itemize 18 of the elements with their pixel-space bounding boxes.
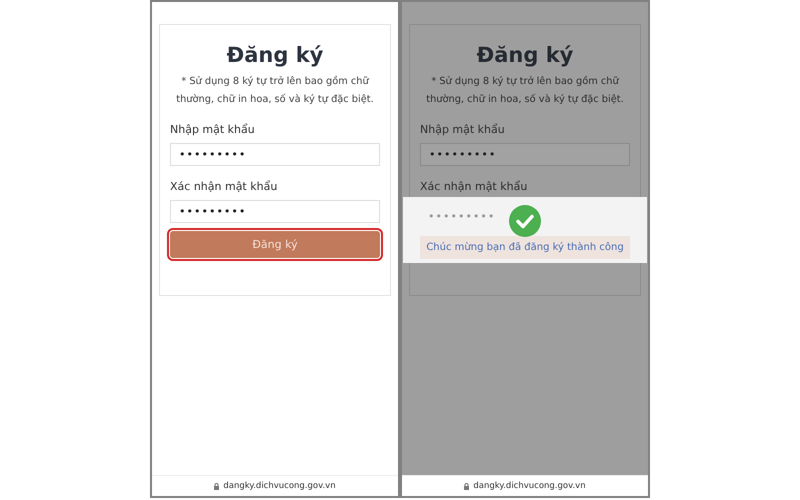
password-field[interactable]: ••••••••• — [170, 200, 380, 223]
password-hint: * Sử dụng 8 ký tự trở lên bao gồm chữ thường, chữ in hoa, số và ký tự đặc biệt. — [425, 74, 625, 107]
success-message: Chúc mừng bạn đã đăng ký thành công — [420, 236, 630, 259]
field-label: Xác nhận mật khẩu — [420, 180, 528, 193]
field-label: Nhập mật khẩu — [420, 123, 505, 136]
lock-icon — [214, 482, 220, 490]
password-hint: * Sử dụng 8 ký tự trở lên bao gồm chữ thường, chữ in hoa, số và ký tự đặc biệt. — [175, 74, 375, 107]
lock-icon — [464, 482, 470, 490]
field-label: Nhập mật khẩu — [170, 123, 255, 136]
check-circle-icon — [509, 205, 541, 237]
field-label: Xác nhận mật khẩu — [170, 180, 278, 193]
form-title: Đăng ký — [226, 43, 324, 67]
form-title: Đăng ký — [476, 43, 574, 67]
password-field[interactable]: ••••••••• — [420, 143, 630, 166]
page-url: dangky.dichvucong.gov.vn — [473, 481, 586, 491]
page-url: dangky.dichvucong.gov.vn — [223, 481, 336, 491]
password-field[interactable]: ••••••••• — [170, 143, 380, 166]
password-field: ••••••••• — [420, 205, 504, 228]
